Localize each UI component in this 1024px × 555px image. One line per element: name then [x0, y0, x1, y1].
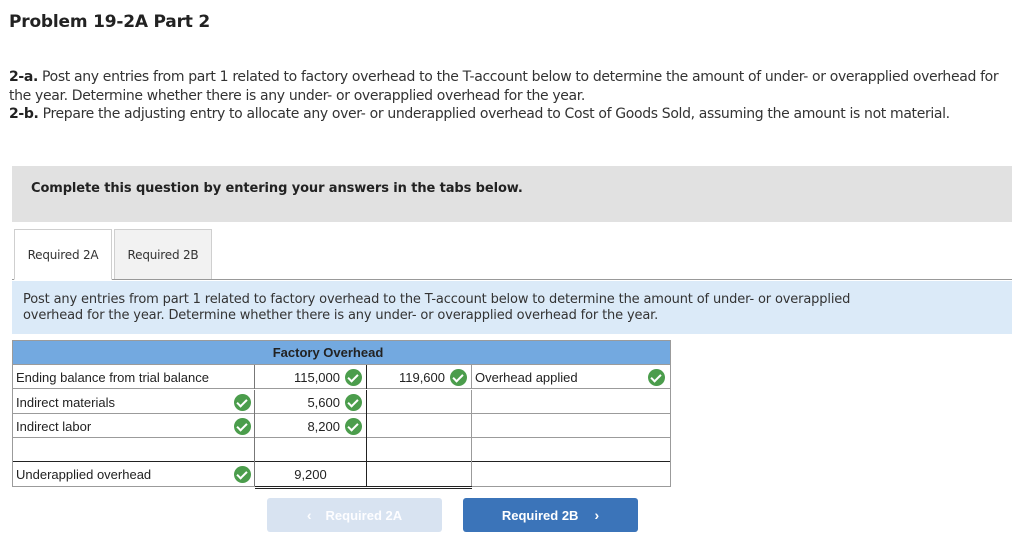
tab-divider	[12, 279, 1012, 280]
instruction-a-label: 2-a.	[9, 69, 38, 85]
t-account-row	[13, 438, 670, 462]
debit-label: Ending balance from trial balance	[16, 369, 209, 385]
instruction-b-label: 2-b.	[9, 106, 39, 122]
instruction-a-text: Post any entries from part 1 related to …	[9, 69, 999, 104]
total-credit-label-cell[interactable]	[472, 462, 670, 486]
total-debit-amount: 9,200	[294, 466, 327, 482]
debit-label: Indirect materials	[16, 394, 115, 410]
debit-amount-cell[interactable]: 8,200	[255, 414, 367, 438]
page-title: Problem 19-2A Part 2	[9, 12, 211, 32]
check-icon	[648, 369, 665, 386]
debit-label-cell[interactable]: Indirect labor	[13, 414, 255, 438]
credit-label-cell[interactable]	[472, 390, 670, 414]
check-icon	[234, 418, 251, 435]
credit-label-cell[interactable]	[472, 438, 670, 462]
check-icon	[345, 393, 362, 411]
credit-amount-cell[interactable]	[367, 438, 472, 462]
credit-amount: 119,600	[398, 369, 445, 385]
credit-amount-cell[interactable]	[367, 414, 472, 438]
debit-label-cell[interactable]: Indirect materials	[13, 390, 255, 414]
t-account-row: Indirect labor 8,200	[13, 414, 670, 438]
tab-required-2b[interactable]: Required 2B	[114, 229, 212, 280]
total-label: Underapplied overhead	[16, 466, 152, 482]
next-button-label: Required 2B	[501, 507, 579, 523]
credit-amount-cell[interactable]	[367, 390, 472, 414]
check-icon	[234, 394, 251, 411]
instructions: 2-a. Post any entries from part 1 relate…	[9, 68, 1009, 124]
banner-text: Complete this question by entering your …	[31, 181, 523, 196]
prev-button-label: Required 2A	[325, 507, 403, 523]
total-label-cell[interactable]: Underapplied overhead	[13, 462, 255, 486]
check-icon	[345, 417, 362, 435]
check-icon	[450, 368, 467, 386]
check-icon	[345, 368, 362, 386]
tab-required-2a[interactable]: Required 2A	[14, 229, 112, 280]
debit-amount: 115,000	[293, 369, 340, 385]
t-account-title: Factory Overhead	[272, 345, 384, 360]
debit-label: Indirect labor	[16, 418, 92, 434]
total-credit-amount-cell[interactable]	[367, 462, 472, 486]
prev-required-2a-button[interactable]: ‹ Required 2A	[267, 498, 442, 532]
instruction-banner: Complete this question by entering your …	[12, 166, 1012, 222]
debit-amount: 8,200	[307, 418, 340, 434]
t-account-factory-overhead: Factory Overhead Ending balance from tri…	[12, 340, 671, 489]
debit-amount: 5,600	[307, 394, 340, 410]
credit-label: Overhead applied	[475, 369, 578, 385]
chevron-right-icon: ›	[594, 507, 600, 523]
t-account-row: Indirect materials 5,600	[13, 390, 670, 414]
credit-amount-cell[interactable]: 119,600	[367, 365, 472, 389]
debit-label-cell[interactable]	[13, 438, 255, 462]
instruction-b-text: Prepare the adjusting entry to allocate …	[38, 106, 951, 122]
check-icon	[234, 466, 251, 483]
t-account-total-row: Underapplied overhead 9,200	[13, 462, 670, 486]
credit-label-cell[interactable]: Overhead applied	[472, 365, 670, 389]
chevron-left-icon: ‹	[306, 507, 312, 523]
double-underline	[255, 486, 472, 489]
prompt-text: Post any entries from part 1 related to …	[23, 292, 851, 323]
next-required-2b-button[interactable]: Required 2B ›	[463, 498, 638, 532]
debit-amount-cell[interactable]	[255, 438, 367, 462]
debit-amount-cell[interactable]: 115,000	[255, 365, 367, 389]
debit-label-cell[interactable]: Ending balance from trial balance	[13, 365, 255, 389]
credit-label-cell[interactable]	[472, 414, 670, 438]
t-account-header: Factory Overhead	[13, 341, 670, 365]
debit-amount-cell[interactable]: 5,600	[255, 390, 367, 414]
t-account-row: Ending balance from trial balance 115,00…	[13, 365, 670, 389]
question-prompt: Post any entries from part 1 related to …	[12, 281, 1012, 334]
total-debit-amount-cell[interactable]: 9,200	[255, 462, 367, 486]
